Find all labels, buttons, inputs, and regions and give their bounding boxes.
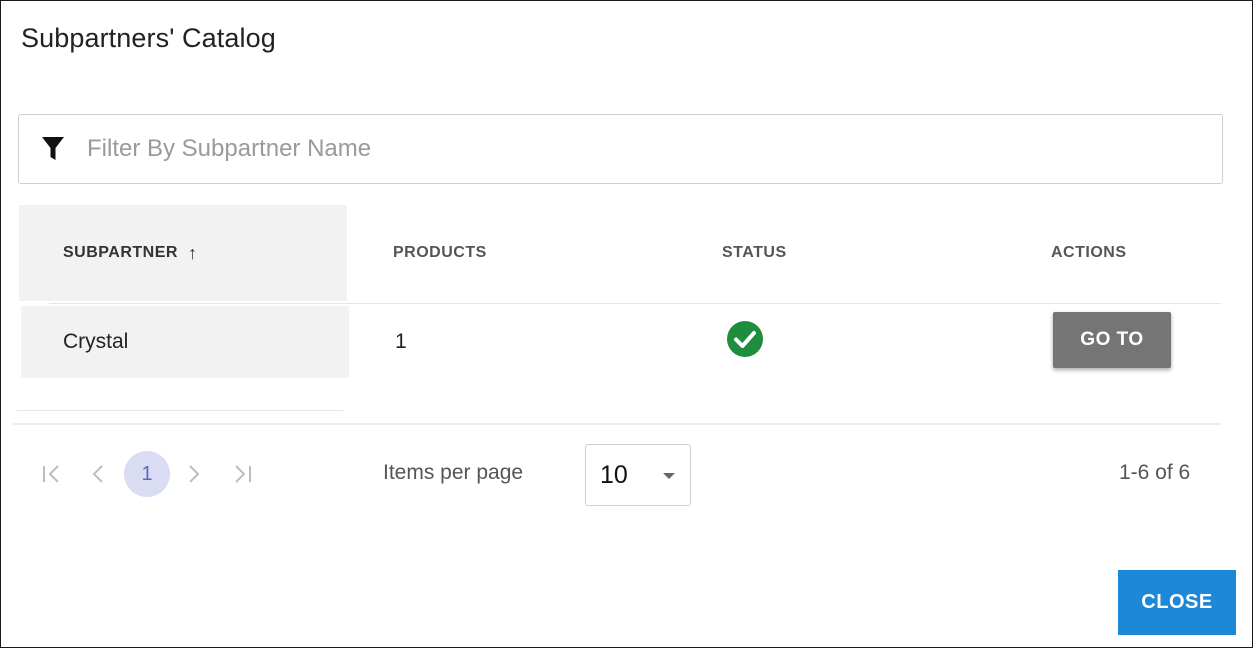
column-header-label: PRODUCTS	[393, 244, 487, 261]
chevron-down-icon	[663, 473, 675, 479]
filter-icon	[41, 135, 69, 163]
page-button-current[interactable]: 1	[124, 451, 170, 497]
column-header-status: STATUS	[722, 205, 787, 301]
column-header-label: SUBPARTNER	[63, 244, 178, 261]
filter-field[interactable]	[18, 114, 1223, 184]
first-page-icon[interactable]	[37, 454, 67, 494]
column-header-actions: ACTIONS	[1051, 205, 1127, 301]
row-divider	[17, 410, 343, 411]
items-per-page-label: Items per page	[383, 461, 524, 484]
column-header-label: ACTIONS	[1051, 244, 1127, 261]
items-per-page-select[interactable]: 10	[585, 444, 691, 506]
column-header-label: STATUS	[722, 244, 787, 261]
subpartners-catalog-dialog: Subpartners' Catalog SUBPARTNER ↑ PRODUC…	[0, 0, 1253, 648]
filter-input[interactable]	[85, 134, 1089, 164]
close-button[interactable]: CLOSE	[1118, 570, 1236, 635]
row-divider	[49, 303, 1221, 304]
cell-products: 1	[395, 330, 407, 353]
column-header-subpartner[interactable]: SUBPARTNER ↑	[19, 205, 347, 301]
pagination-range: 1-6 of 6	[1119, 461, 1191, 484]
last-page-icon[interactable]	[227, 454, 257, 494]
previous-page-icon[interactable]	[86, 454, 110, 494]
next-page-icon[interactable]	[182, 454, 206, 494]
pagination-divider	[13, 423, 1221, 425]
dialog-title: Subpartners' Catalog	[21, 23, 276, 53]
arrow-up-icon: ↑	[187, 242, 198, 263]
go-to-button[interactable]: GO TO	[1053, 312, 1171, 368]
check-circle-icon	[726, 320, 764, 364]
cell-status	[726, 306, 764, 378]
items-per-page-value: 10	[600, 460, 628, 489]
column-header-products: PRODUCTS	[393, 205, 487, 301]
cell-subpartner: Crystal	[21, 306, 349, 378]
